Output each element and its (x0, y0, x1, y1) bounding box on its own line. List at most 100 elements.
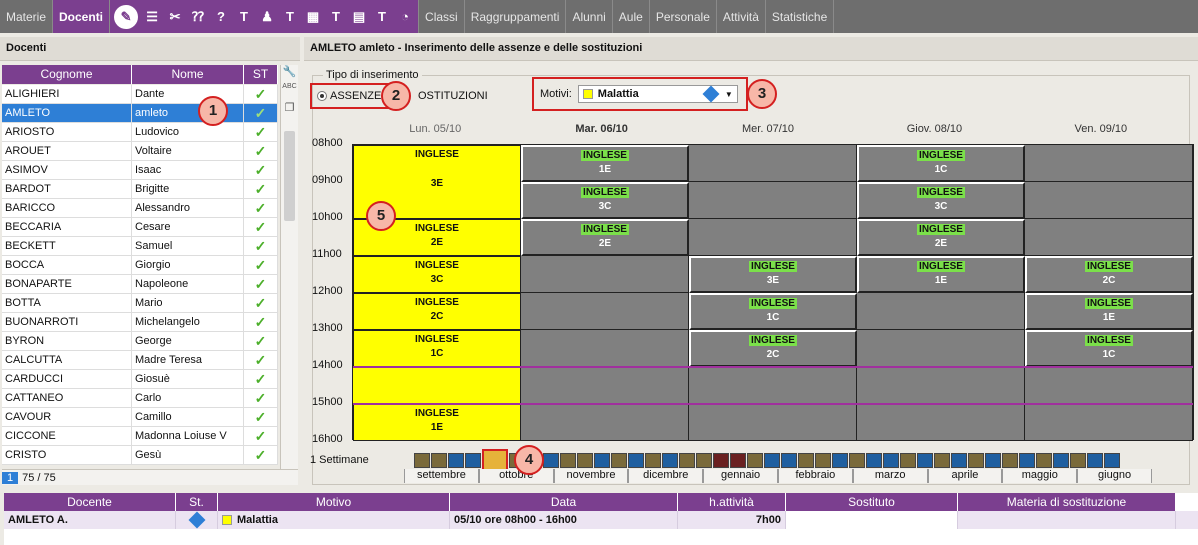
week-cell[interactable] (577, 452, 593, 468)
week-cell[interactable] (1036, 452, 1052, 468)
month-label[interactable]: ottobre (478, 469, 554, 483)
tools-icon[interactable]: ✂ (166, 9, 184, 25)
col-materia-sostituzione[interactable]: Materia di sostituzione (958, 493, 1176, 511)
teacher-row[interactable]: BECCARIA Cesare ✓ (2, 218, 278, 237)
tab-alunni[interactable]: Alunni (566, 0, 613, 33)
week-cell[interactable] (465, 452, 481, 468)
week-cell[interactable] (832, 452, 848, 468)
week-cell[interactable] (679, 452, 695, 468)
course-block[interactable]: INGLESE 3C (521, 182, 689, 219)
abc-icon[interactable]: ABC (281, 83, 298, 101)
tab-personale[interactable]: Personale (650, 0, 717, 33)
month-label[interactable]: gennaio (703, 469, 778, 483)
teacher-row[interactable]: AMLETO amleto ✓ (2, 104, 278, 123)
col-cognome[interactable]: Cognome (2, 65, 132, 84)
group-icon[interactable]: ♟ (258, 9, 276, 25)
month-label[interactable]: settembre (404, 469, 479, 483)
col-docente[interactable]: Docente (4, 493, 176, 511)
wrench-icon[interactable]: 🔧 (281, 65, 298, 83)
timetable-slot[interactable] (1025, 145, 1193, 182)
teacher-row[interactable]: BOCCA Giorgio ✓ (2, 256, 278, 275)
timetable-slot[interactable] (857, 404, 1025, 441)
timetable-slot[interactable] (857, 367, 1025, 404)
month-label[interactable]: novembre (553, 469, 629, 483)
course-block[interactable]: INGLESE 1E (1025, 293, 1193, 330)
course-block[interactable]: INGLESE 3C (353, 256, 521, 293)
month-label[interactable]: maggio (1002, 469, 1078, 483)
question-icon[interactable]: ? (212, 9, 230, 24)
timetable-slot[interactable] (689, 367, 857, 404)
teacher-icon[interactable]: T (235, 9, 253, 24)
timetable-slot[interactable] (1025, 182, 1193, 219)
timetable-slot[interactable] (1025, 404, 1193, 441)
teacher-row[interactable]: BOTTA Mario ✓ (2, 294, 278, 313)
teacher-row[interactable]: BECKETT Samuel ✓ (2, 237, 278, 256)
col-st[interactable]: ST (244, 65, 278, 84)
week-cell[interactable] (662, 452, 678, 468)
question-grid-icon[interactable]: ⁇ (189, 9, 207, 25)
table-icon[interactable]: ▤ (350, 9, 368, 25)
week-cell[interactable] (1002, 452, 1018, 468)
timetable-slot[interactable] (857, 293, 1025, 330)
teacher-row[interactable]: BARDOT Brigitte ✓ (2, 180, 278, 199)
timetable-slot[interactable] (689, 182, 857, 219)
absence-motivo-cell[interactable]: Malattia (218, 511, 450, 529)
week-cell[interactable] (747, 452, 763, 468)
month-label[interactable]: marzo (852, 469, 928, 483)
teacher-swap-icon[interactable]: T (373, 9, 391, 24)
week-cell[interactable] (1070, 452, 1086, 468)
teacher-clock-icon[interactable]: T (281, 9, 299, 24)
timetable-slot[interactable] (521, 256, 689, 293)
teacher-row[interactable]: CICCONE Madonna Loiuse V ✓ (2, 427, 278, 446)
grid-icon[interactable]: ▦ (304, 9, 322, 25)
timetable-slot[interactable] (1025, 219, 1193, 256)
edit-icon[interactable]: ✎ (114, 4, 139, 29)
week-cell[interactable] (594, 452, 610, 468)
tab-aule[interactable]: Aule (613, 0, 650, 33)
col-data[interactable]: Data (450, 493, 678, 511)
chevron-down-icon[interactable]: ▼ (725, 90, 733, 99)
week-cell[interactable] (696, 452, 712, 468)
radio-dot-icon[interactable] (317, 91, 327, 101)
course-block[interactable]: INGLESE 1E (857, 256, 1025, 293)
course-block[interactable]: INGLESE 3C (857, 182, 1025, 219)
teacher-row[interactable]: CALCUTTA Madre Teresa ✓ (2, 351, 278, 370)
page-number[interactable]: 1 (2, 471, 19, 484)
timetable-slot[interactable] (521, 293, 689, 330)
tab-raggruppamenti[interactable]: Raggruppamenti (465, 0, 567, 33)
week-cell[interactable] (798, 452, 814, 468)
teacher-row[interactable]: ARIOSTO Ludovico ✓ (2, 123, 278, 142)
motivi-dropdown[interactable]: Malattia ▼ (577, 85, 738, 103)
timetable-slot[interactable] (521, 404, 689, 441)
radio-sostituzioni-label[interactable]: OSTITUZIONI (418, 90, 488, 102)
week-cell[interactable] (815, 452, 831, 468)
list-icon[interactable]: ☰ (143, 9, 161, 25)
course-block[interactable]: INGLESE 1C (857, 145, 1025, 182)
absence-sostituto[interactable] (786, 511, 958, 529)
tab-statistiche[interactable]: Statistiche (766, 0, 835, 33)
week-cell[interactable] (414, 452, 430, 468)
week-cell[interactable] (611, 452, 627, 468)
teacher-row[interactable]: AROUET Voltaire ✓ (2, 142, 278, 161)
week-cell[interactable] (1087, 452, 1103, 468)
week-cell[interactable] (543, 452, 559, 468)
week-cell[interactable] (917, 452, 933, 468)
timetable-slot[interactable] (521, 330, 689, 367)
scrollbar-thumb[interactable] (284, 131, 295, 221)
month-label[interactable]: giugno (1077, 469, 1152, 483)
col-stato[interactable]: St. (176, 493, 218, 511)
week-cell[interactable] (900, 452, 916, 468)
timetable-slot[interactable] (353, 367, 521, 404)
month-label[interactable]: febbraio (777, 469, 853, 483)
absence-materia[interactable] (958, 511, 1176, 529)
col-nome[interactable]: Nome (132, 65, 244, 84)
timetable-slot[interactable] (1025, 367, 1193, 404)
col-motivo[interactable]: Motivo (218, 493, 450, 511)
tab-attivita[interactable]: Attività (717, 0, 766, 33)
week-cell[interactable] (866, 452, 882, 468)
week-cell[interactable] (1053, 452, 1069, 468)
week-cell[interactable] (713, 452, 729, 468)
timetable-grid[interactable]: INGLESE 3E INGLESE 2E INGLESE 3C INGLESE 2C INGL… (352, 144, 1194, 441)
week-cell[interactable] (1104, 452, 1120, 468)
teacher-row[interactable]: CAVOUR Camillo ✓ (2, 408, 278, 427)
